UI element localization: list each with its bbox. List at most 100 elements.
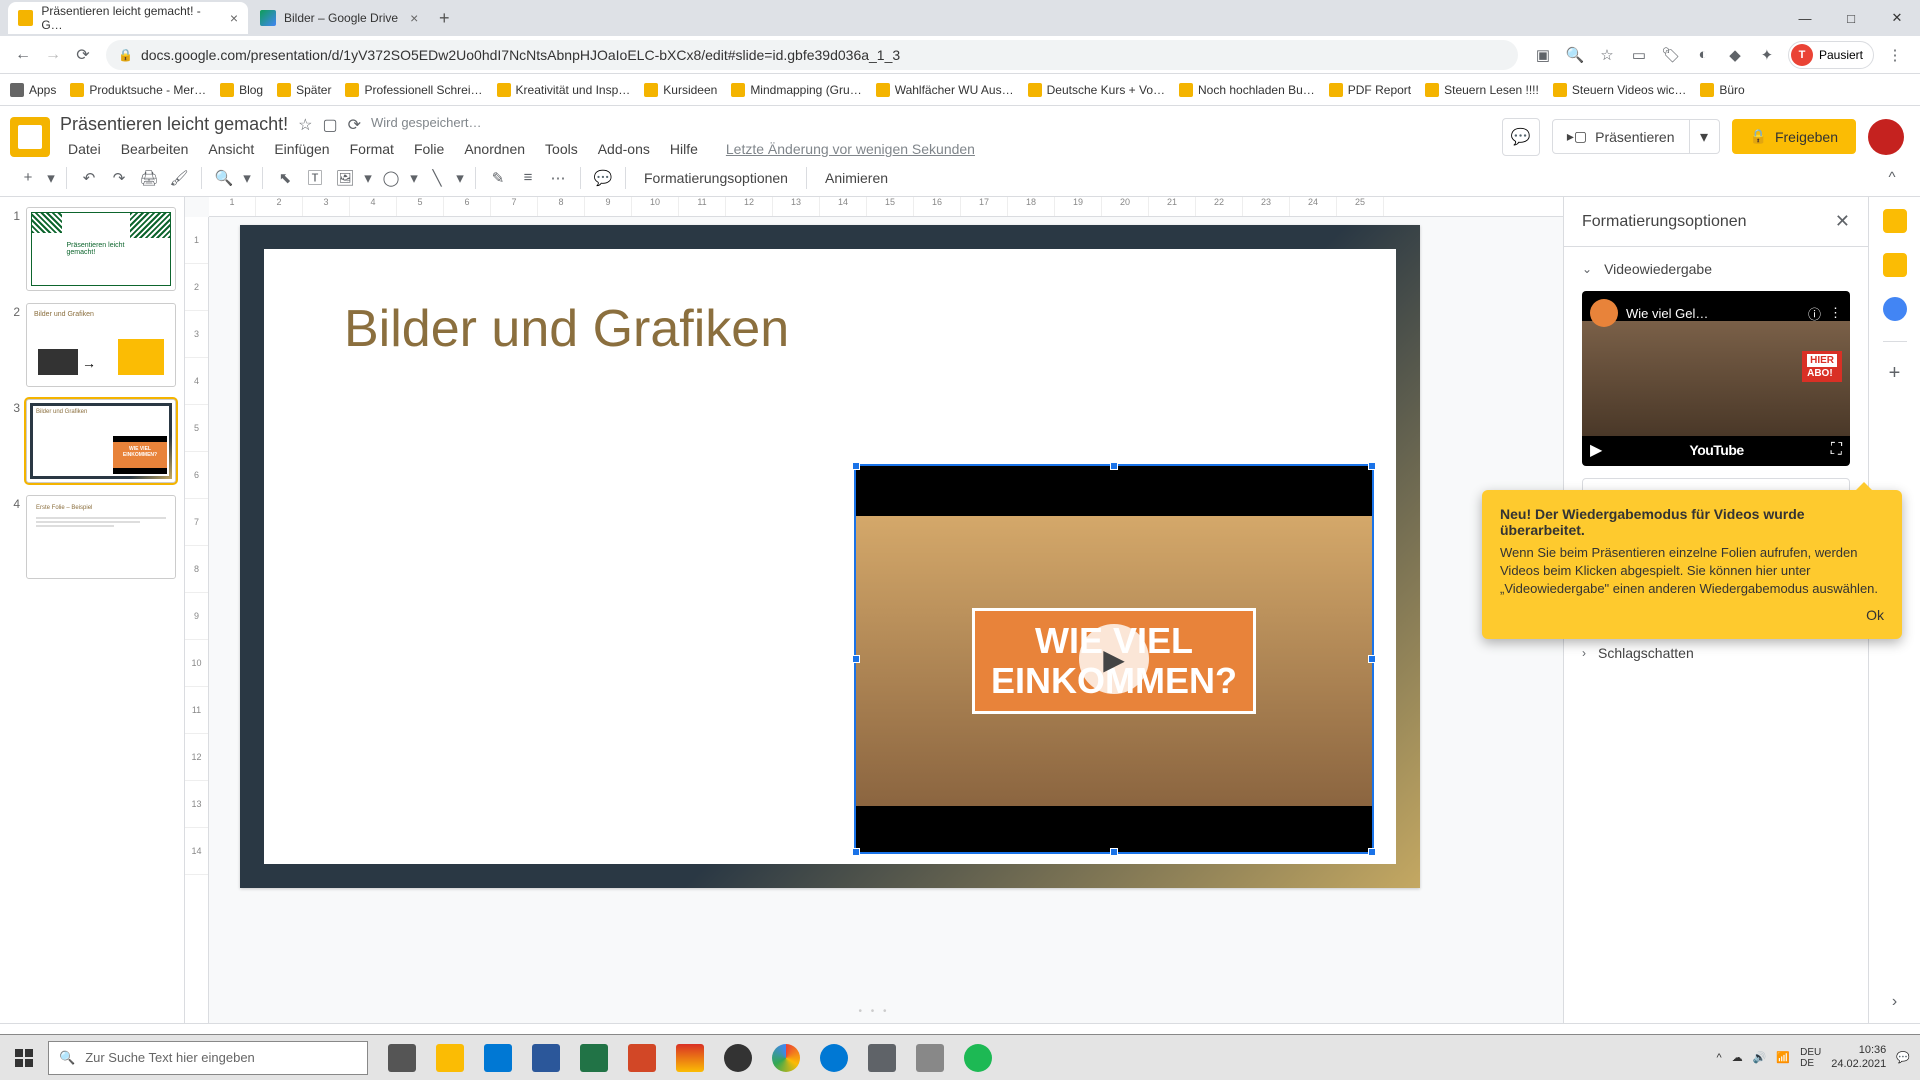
textbox-tool[interactable]: 🅃 (301, 164, 329, 192)
word-button[interactable] (522, 1035, 570, 1081)
forward-button[interactable]: → (38, 40, 68, 70)
paint-format-button[interactable]: 🖌 (165, 164, 193, 192)
slide-canvas[interactable]: 1234567891011121314151617181920212223242… (185, 197, 1563, 1023)
zoom-dropdown[interactable]: ▾ (240, 164, 254, 192)
app-button[interactable] (714, 1035, 762, 1081)
shape-tool[interactable]: ◯ (377, 164, 405, 192)
extension-icon[interactable]: ◐ (1692, 44, 1714, 66)
bookmark[interactable]: Produktsuche - Mer… (70, 83, 206, 97)
share-button[interactable]: 🔒 Freigeben (1732, 119, 1856, 154)
last-edit-link[interactable]: Letzte Änderung vor wenigen Sekunden (718, 139, 983, 159)
bookmark[interactable]: PDF Report (1329, 83, 1411, 97)
comment-tool[interactable]: 💬 (589, 164, 617, 192)
notifications-button[interactable]: 💬 (1896, 1051, 1910, 1064)
apps-button[interactable]: Apps (10, 83, 56, 97)
maximize-button[interactable]: □ (1828, 2, 1874, 34)
menu-insert[interactable]: Einfügen (266, 139, 337, 159)
slide-thumbnail-4[interactable]: Erste Folie – Beispiel (26, 495, 176, 579)
format-options-button[interactable]: Formatierungsoptionen (634, 166, 798, 190)
app-button[interactable] (810, 1035, 858, 1081)
extension-icon[interactable]: 🏷 (1660, 44, 1682, 66)
new-tab-button[interactable]: + (430, 4, 458, 32)
explorer-button[interactable] (426, 1035, 474, 1081)
bookmark[interactable]: Noch hochladen Bu… (1179, 83, 1315, 97)
cloud-icon[interactable]: ⟳ (348, 115, 361, 135)
border-weight-button[interactable]: ≡ (514, 164, 542, 192)
bookmark[interactable]: Deutsche Kurs + Vo… (1028, 83, 1165, 97)
tooltip-ok-button[interactable]: Ok (1500, 607, 1884, 623)
start-button[interactable] (0, 1035, 48, 1081)
task-view-button[interactable] (378, 1035, 426, 1081)
tab-close-icon[interactable]: × (230, 10, 238, 26)
more-icon[interactable]: ⋮ (1829, 305, 1842, 321)
app-button[interactable] (666, 1035, 714, 1081)
keep-addon[interactable] (1883, 253, 1907, 277)
bookmark[interactable]: Professionell Schrei… (345, 83, 482, 97)
extension-icon[interactable]: ◆ (1724, 44, 1746, 66)
menu-edit[interactable]: Bearbeiten (113, 139, 197, 159)
select-tool[interactable]: ⬉ (271, 164, 299, 192)
menu-file[interactable]: Datei (60, 139, 109, 159)
menu-arrange[interactable]: Anordnen (456, 139, 533, 159)
document-title[interactable]: Präsentieren leicht gemacht! (60, 114, 288, 135)
menu-button[interactable]: ⋮ (1884, 44, 1906, 66)
app-button[interactable] (906, 1035, 954, 1081)
bookmark[interactable]: Steuern Lesen !!!! (1425, 83, 1539, 97)
menu-tools[interactable]: Tools (537, 139, 586, 159)
close-window-button[interactable]: ✕ (1874, 2, 1920, 34)
edge-button[interactable] (474, 1035, 522, 1081)
comments-button[interactable]: 💬 (1502, 118, 1540, 156)
tray-clock[interactable]: 10:36 24.02.2021 (1831, 1044, 1886, 1070)
zoom-button[interactable]: 🔍 (210, 164, 238, 192)
bookmark[interactable]: Mindmapping (Gru… (731, 83, 861, 97)
redo-button[interactable]: ↷ (105, 164, 133, 192)
bookmark[interactable]: Kursideen (644, 83, 717, 97)
collapse-rail-button[interactable]: › (1892, 993, 1897, 1011)
tasks-addon[interactable] (1883, 297, 1907, 321)
info-icon[interactable]: ⓘ (1808, 304, 1821, 323)
panel-close-button[interactable]: ✕ (1835, 211, 1850, 232)
border-dash-button[interactable]: ⋯ (544, 164, 572, 192)
app-button[interactable] (858, 1035, 906, 1081)
star-icon[interactable]: ☆ (298, 115, 312, 135)
zoom-icon[interactable]: 🔍 (1564, 44, 1586, 66)
fullscreen-icon[interactable]: ⛶ (1831, 441, 1842, 459)
volume-icon[interactable]: 🔊 (1753, 1051, 1767, 1064)
spotify-button[interactable] (954, 1035, 1002, 1081)
menu-addons[interactable]: Add-ons (590, 139, 658, 159)
extension-icon[interactable]: ▭ (1628, 44, 1650, 66)
windows-search[interactable]: 🔍 Zur Suche Text hier eingeben (48, 1041, 368, 1075)
excel-button[interactable] (570, 1035, 618, 1081)
tray-chevron[interactable]: ^ (1717, 1052, 1722, 1064)
cast-icon[interactable]: ▣ (1532, 44, 1554, 66)
resize-handle[interactable]: • • • (858, 1006, 889, 1017)
star-icon[interactable]: ☆ (1596, 44, 1618, 66)
browser-tab-active[interactable]: Präsentieren leicht gemacht! - G… × (8, 2, 248, 34)
line-tool[interactable]: ╲ (423, 164, 451, 192)
account-avatar[interactable] (1868, 119, 1904, 155)
animate-button[interactable]: Animieren (815, 166, 898, 190)
back-button[interactable]: ← (8, 40, 38, 70)
bookmark[interactable]: Kreativität und Insp… (497, 83, 631, 97)
calendar-addon[interactable] (1883, 209, 1907, 233)
section-video-playback[interactable]: ⌄ Videowiedergabe (1564, 247, 1868, 291)
present-button[interactable]: ▸▢ Präsentieren (1552, 119, 1690, 154)
menu-view[interactable]: Ansicht (200, 139, 262, 159)
embedded-video[interactable]: WIE VIEL EINKOMMEN? ▶ (854, 464, 1374, 854)
bookmark[interactable]: Büro (1700, 83, 1744, 97)
menu-format[interactable]: Format (342, 139, 402, 159)
add-addon-button[interactable]: + (1889, 362, 1901, 385)
profile-button[interactable]: T Pausiert (1788, 41, 1874, 69)
new-slide-button[interactable]: + (14, 164, 42, 192)
extensions-button[interactable]: ✦ (1756, 44, 1778, 66)
video-preview[interactable]: Wie viel Gel… ⓘ ⋮ HIER ABO! ▶ YouTube ⛶ (1582, 291, 1850, 466)
collapse-toolbar-button[interactable]: ^ (1878, 164, 1906, 192)
url-input[interactable]: 🔒 docs.google.com/presentation/d/1yV372S… (106, 40, 1518, 70)
tab-close-icon[interactable]: × (410, 10, 418, 26)
slides-logo[interactable] (10, 117, 50, 157)
slide-title-text[interactable]: Bilder und Grafiken (344, 299, 789, 359)
present-dropdown[interactable]: ▾ (1690, 119, 1720, 154)
border-color-button[interactable]: ✎ (484, 164, 512, 192)
print-button[interactable]: 🖨 (135, 164, 163, 192)
reload-button[interactable]: ⟳ (68, 40, 98, 70)
